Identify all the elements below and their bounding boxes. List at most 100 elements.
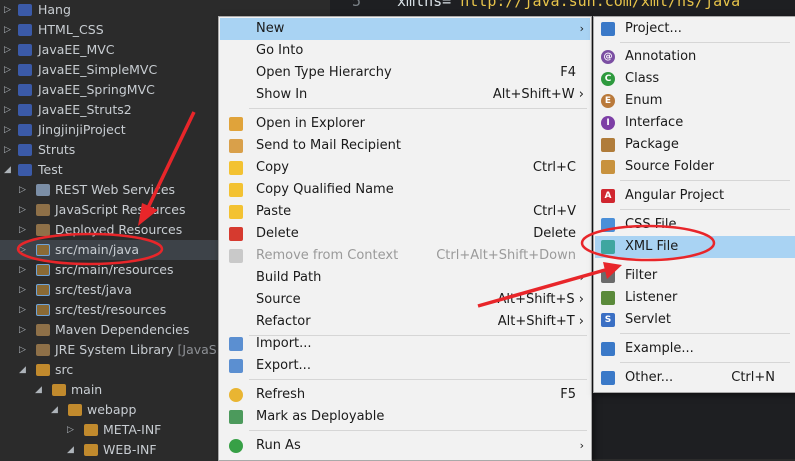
- listener-icon: [601, 291, 615, 305]
- expand-arrow-icon[interactable]: ▷: [4, 0, 14, 20]
- folder-icon: [68, 404, 82, 416]
- submenu-item-angular-project[interactable]: A Angular Project: [595, 185, 795, 207]
- expand-arrow-icon[interactable]: ▷: [19, 340, 29, 360]
- tree-item-label: META-INF: [103, 422, 162, 437]
- submenu-item-example[interactable]: Example...: [595, 338, 795, 360]
- expand-arrow-icon[interactable]: ▷: [19, 320, 29, 340]
- expand-arrow-icon[interactable]: ▷: [67, 420, 77, 440]
- submenu-item-label: Angular Project: [625, 188, 725, 203]
- expand-arrow-icon[interactable]: ▷: [4, 80, 14, 100]
- menu-item-paste[interactable]: Paste Ctrl+V: [220, 201, 590, 223]
- submenu-item-filter[interactable]: Filter: [595, 265, 795, 287]
- enum-icon: E: [601, 94, 615, 108]
- tree-item-label: Maven Dependencies: [55, 322, 190, 337]
- expand-arrow-icon[interactable]: ▷: [19, 180, 29, 200]
- menu-item-copy[interactable]: Copy Ctrl+C: [220, 157, 590, 179]
- xml-file-icon: [601, 240, 615, 254]
- menu-item-export[interactable]: Export...: [220, 355, 590, 377]
- collapse-arrow-icon[interactable]: ◢: [35, 380, 45, 400]
- menu-item-open-type-hierarchy[interactable]: Open Type Hierarchy F4: [220, 62, 590, 84]
- expand-arrow-icon[interactable]: ▷: [4, 40, 14, 60]
- tree-item-label: REST Web Services: [55, 182, 176, 197]
- refresh-icon: [229, 388, 243, 402]
- project-icon: [18, 4, 32, 16]
- expand-arrow-icon[interactable]: ▷: [4, 140, 14, 160]
- submenu-item-xml-file[interactable]: XML File: [595, 236, 795, 258]
- tree-item-label: JingjinjiProject: [38, 122, 126, 137]
- submenu-item-class[interactable]: C Class: [595, 68, 795, 90]
- expand-arrow-icon[interactable]: ▷: [19, 280, 29, 300]
- submenu-item-label: Project...: [625, 21, 682, 36]
- submenu-item-label: Filter: [625, 268, 658, 283]
- collapse-arrow-icon[interactable]: ◢: [19, 360, 29, 380]
- menu-item-source[interactable]: Source Alt+Shift+S ›: [220, 289, 590, 311]
- deploy-icon: [229, 410, 243, 424]
- menu-item-send-to-mail[interactable]: Send to Mail Recipient: [220, 135, 590, 157]
- submenu-separator: [620, 333, 790, 334]
- submenu-item-servlet[interactable]: S Servlet: [595, 309, 795, 331]
- menu-item-label: Copy Qualified Name: [256, 182, 394, 197]
- line-number: 5: [352, 0, 362, 10]
- expand-arrow-icon[interactable]: ▷: [4, 20, 14, 40]
- menu-item-import[interactable]: Import...: [220, 333, 590, 355]
- submenu-item-annotation[interactable]: @ Annotation: [595, 46, 795, 68]
- submenu-item-label: Annotation: [625, 49, 697, 64]
- delete-icon: [229, 227, 243, 241]
- menu-item-refactor[interactable]: Refactor Alt+Shift+T ›: [220, 311, 590, 333]
- expand-arrow-icon[interactable]: ▷: [4, 100, 14, 120]
- expand-arrow-icon[interactable]: ▷: [4, 60, 14, 80]
- menu-item-remove-from-context[interactable]: Remove from Context Ctrl+Alt+Shift+Down: [220, 245, 590, 267]
- collapse-arrow-icon[interactable]: ◢: [4, 160, 14, 180]
- menu-item-label: Open in Explorer: [256, 116, 365, 131]
- menu-item-mark-as-deployable[interactable]: Mark as Deployable: [220, 406, 590, 428]
- collapse-arrow-icon[interactable]: ◢: [67, 440, 77, 460]
- menu-item-refresh[interactable]: Refresh F5: [220, 384, 590, 406]
- project-icon: [18, 84, 32, 96]
- submenu-item-label: Class: [625, 71, 660, 86]
- new-project-icon: [601, 22, 615, 36]
- tree-item-label: Struts: [38, 142, 76, 157]
- expand-arrow-icon[interactable]: ▷: [19, 240, 29, 260]
- css-file-icon: [601, 218, 615, 232]
- menu-item-build-path[interactable]: Build Path ›: [220, 267, 590, 289]
- tree-item-label: JavaEE_MVC: [38, 42, 115, 57]
- menu-item-go-into[interactable]: Go Into: [220, 40, 590, 62]
- tree-item-label: webapp: [87, 402, 137, 417]
- menu-item-show-in[interactable]: Show In Alt+Shift+W ›: [220, 84, 590, 106]
- submenu-item-interface[interactable]: I Interface: [595, 112, 795, 134]
- submenu-item-css-file[interactable]: CSS File: [595, 214, 795, 236]
- submenu-separator: [620, 180, 790, 181]
- tree-item-label: Hang: [38, 2, 71, 17]
- expand-arrow-icon[interactable]: ▷: [19, 220, 29, 240]
- submenu-item-source-folder[interactable]: Source Folder: [595, 156, 795, 178]
- menu-item-label: Build Path: [256, 270, 322, 285]
- code-string: "http://java.sun.com/xml/ns/java: [451, 0, 741, 10]
- submenu-item-project[interactable]: Project...: [595, 18, 795, 40]
- expand-arrow-icon[interactable]: ▷: [19, 260, 29, 280]
- menu-item-delete[interactable]: Delete Delete: [220, 223, 590, 245]
- submenu-item-other[interactable]: Other... Ctrl+N: [595, 367, 795, 389]
- source-folder-icon: [36, 244, 50, 256]
- menu-item-open-in-explorer[interactable]: Open in Explorer: [220, 113, 590, 135]
- submenu-arrow-icon: ›: [579, 271, 584, 284]
- expand-arrow-icon[interactable]: ▷: [4, 120, 14, 140]
- submenu-item-listener[interactable]: Listener: [595, 287, 795, 309]
- class-icon: C: [601, 72, 615, 86]
- submenu-item-enum[interactable]: E Enum: [595, 90, 795, 112]
- project-icon: [18, 104, 32, 116]
- interface-icon: I: [601, 116, 615, 130]
- menu-item-copy-qualified-name[interactable]: Copy Qualified Name: [220, 179, 590, 201]
- submenu-item-package[interactable]: Package: [595, 134, 795, 156]
- copy-icon: [229, 183, 243, 197]
- menu-item-label: Refresh: [256, 387, 306, 402]
- tree-item-label: main: [71, 382, 103, 397]
- menu-item-new[interactable]: New ›: [220, 18, 590, 40]
- expand-arrow-icon[interactable]: ▷: [19, 200, 29, 220]
- menu-item-label: Delete: [256, 226, 299, 241]
- expand-arrow-icon[interactable]: ▷: [19, 300, 29, 320]
- angular-icon: A: [601, 189, 615, 203]
- shortcut-label: Alt+Shift+T ›: [497, 314, 584, 329]
- collapse-arrow-icon[interactable]: ◢: [51, 400, 61, 420]
- library-icon: [36, 324, 50, 336]
- menu-item-run-as[interactable]: Run As ›: [220, 435, 590, 457]
